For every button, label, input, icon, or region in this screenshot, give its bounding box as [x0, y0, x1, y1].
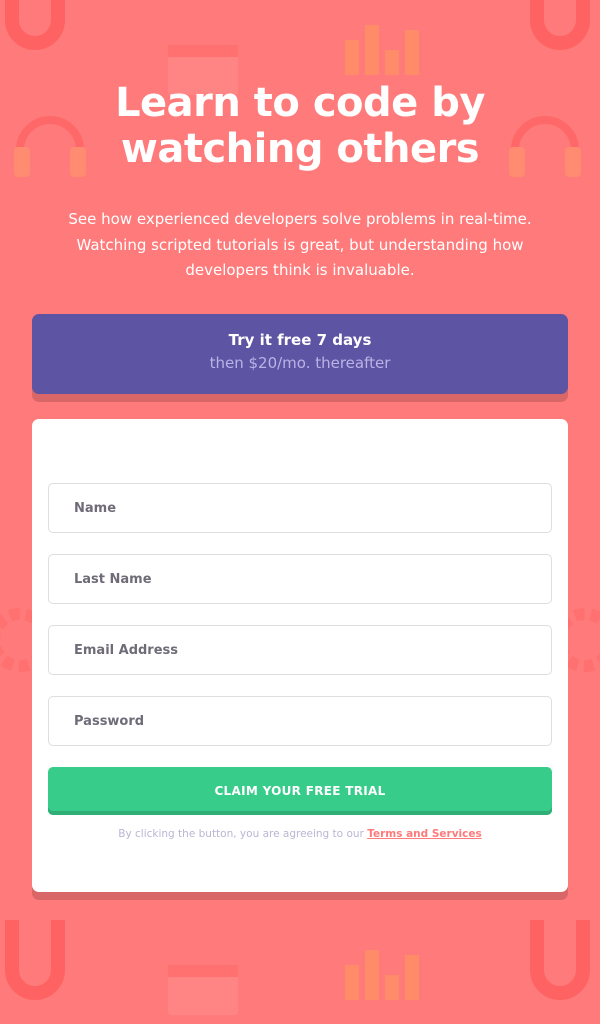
terms-notice: By clicking the button, you are agreeing…	[32, 828, 568, 840]
email-field[interactable]	[48, 625, 552, 675]
signup-form: CLAIM YOUR FREE TRIAL By clicking the bu…	[32, 419, 568, 892]
decorative-magnet-icon	[4, 0, 65, 50]
page-title-line-1: Learn to code by	[115, 80, 485, 126]
decorative-magnet-icon	[530, 920, 590, 1000]
first-name-field[interactable]	[48, 483, 552, 533]
trial-promo-banner: Try it free 7 days then $20/mo. thereaft…	[32, 314, 568, 394]
page-title: Learn to code by watching others	[0, 80, 600, 172]
promo-subtitle: then $20/mo. thereafter	[209, 354, 391, 372]
email-input[interactable]	[74, 642, 526, 658]
intro-text: See how experienced developers solve pro…	[40, 207, 560, 284]
decorative-chart-icon	[345, 950, 419, 1000]
intro-line-1: See how experienced developers solve pro…	[68, 210, 532, 228]
first-name-input[interactable]	[74, 500, 526, 516]
password-input[interactable]	[74, 713, 526, 729]
decorative-chart-icon	[345, 25, 419, 75]
claim-trial-button[interactable]: CLAIM YOUR FREE TRIAL	[48, 767, 552, 815]
decorative-window-icon	[168, 965, 238, 1015]
last-name-input[interactable]	[74, 571, 526, 587]
password-field[interactable]	[48, 696, 552, 746]
terms-text: By clicking the button, you are agreeing…	[118, 828, 364, 840]
intro-line-2: Watching scripted tutorials is great, bu…	[76, 235, 524, 254]
decorative-magnet-icon	[530, 0, 590, 50]
terms-link[interactable]: Terms and Services	[367, 828, 482, 840]
last-name-field[interactable]	[48, 554, 552, 604]
intro-line-3: developers think is invaluable.	[185, 261, 415, 279]
decorative-magnet-icon	[4, 920, 65, 1000]
promo-title: Try it free 7 days	[228, 331, 372, 349]
page-title-line-2: watching others	[120, 126, 480, 172]
